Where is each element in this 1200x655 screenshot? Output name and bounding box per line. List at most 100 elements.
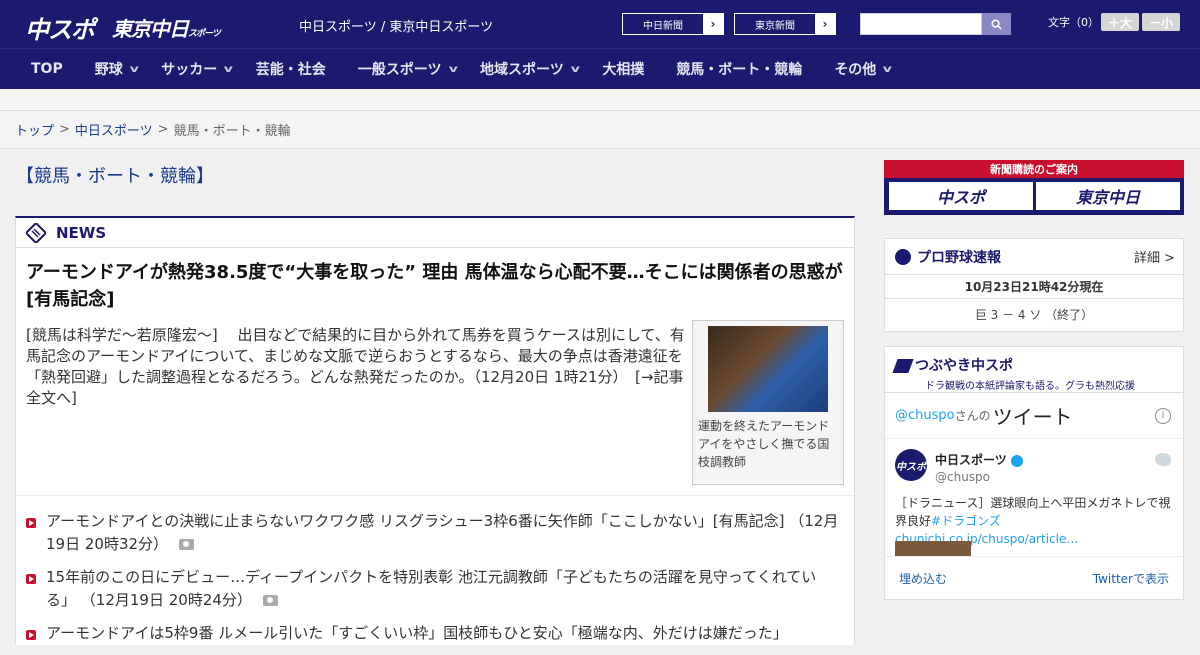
view-on-twitter-link[interactable]: Twitterで表示 xyxy=(1093,570,1169,587)
font-larger-button[interactable]: ＋大 xyxy=(1101,13,1139,31)
search-input[interactable] xyxy=(860,13,982,35)
twitter-bird-icon[interactable] xyxy=(1155,453,1171,466)
lead-article-title[interactable]: アーモンドアイが熱発38.5度で“大事を取った” 理由 馬体温なら心配不要…そこ… xyxy=(26,259,844,313)
chuspo-logo[interactable]: 中スポ xyxy=(25,10,95,45)
pen-icon xyxy=(892,358,914,373)
bullet-icon xyxy=(26,574,36,584)
logo-secondary-small: スポーツ xyxy=(188,29,221,39)
search-icon xyxy=(991,18,1002,30)
embed-link[interactable]: 埋め込む xyxy=(899,570,947,587)
nav-label: その他 xyxy=(834,62,877,78)
baseball-detail-link[interactable]: 詳細 > xyxy=(1134,247,1175,266)
bullet-icon xyxy=(26,630,36,640)
chevron-down-icon: v xyxy=(129,63,139,75)
page-title: 【競馬・ボート・競輪】 xyxy=(16,166,214,187)
chevron-right-icon: › xyxy=(703,14,723,34)
breadcrumb-top[interactable]: トップ xyxy=(15,120,54,139)
main-nav: TOP 野球 v サッカー v 芸能・社会 一般スポーツ v 地域スポーツ v 大相撲 … xyxy=(0,48,1200,89)
nav-item-other[interactable]: その他 v xyxy=(834,49,893,90)
sub-stripe xyxy=(0,89,1200,111)
nav-item-top[interactable]: TOP xyxy=(31,49,63,90)
main-content: 【競馬・ボート・競輪】 NEWS アーモンドアイが熱発38.5度で“大事を取った… xyxy=(15,150,855,655)
nav-item-general-sports[interactable]: 一般スポーツ v xyxy=(357,49,458,90)
chevron-down-icon: v xyxy=(223,63,234,75)
lead-article-body[interactable]: [競馬は科学だ～若原隆宏～] 出目などで結果的に目から外れて馬券を買うケースは別… xyxy=(26,325,686,409)
breadcrumb-sep: > xyxy=(59,122,70,137)
lead-caption: 運動を終えたアーモンドアイをやさしく撫でる国枝調教師 xyxy=(698,419,830,469)
camera-icon xyxy=(178,539,194,550)
twitter-footer: 埋め込む Twitterで表示 xyxy=(885,557,1183,599)
list-item[interactable]: 15年前のこの日にデビュー…ディープインパクトを特別表彰 池江元調教師「子どもた… xyxy=(26,566,844,612)
baseball-icon xyxy=(895,248,911,265)
author-name-text: 中日スポーツ xyxy=(935,453,1007,467)
tweet-author-handle[interactable]: @chuspo xyxy=(935,470,990,484)
breadcrumb-chuspo[interactable]: 中日スポーツ xyxy=(75,120,153,139)
score-row[interactable]: 巨 3 － 4 ソ （終了） xyxy=(885,299,1183,331)
nav-item-local-sports[interactable]: 地域スポーツ v xyxy=(480,49,580,90)
avatar[interactable]: 中スポ xyxy=(895,449,927,481)
camera-icon xyxy=(262,595,278,606)
search-button[interactable] xyxy=(982,13,1011,35)
subscription-banner[interactable]: 新聞購読のご案内 中スポ 東京中日 xyxy=(884,160,1184,215)
nav-item-entertainment[interactable]: 芸能・社会 xyxy=(256,49,326,90)
chunichi-shimbun-link[interactable]: 中日新聞 › xyxy=(622,13,724,35)
news-icon xyxy=(26,222,46,243)
tweet-item[interactable]: 中スポ 中日スポーツ @chuspo ［ドラニュース］選球眼向上へ平田メガネトレ… xyxy=(885,439,1183,557)
nav-label: 地域スポーツ xyxy=(480,62,564,78)
top-header: 中スポ 東京中日スポーツ 中日スポーツ / 東京中日スポーツ 中日新聞 › 東京… xyxy=(0,0,1200,48)
twitter-handle-link[interactable]: @chuspo xyxy=(895,408,955,423)
nav-label: サッカー xyxy=(161,62,218,78)
nav-item-keiba[interactable]: 競馬・ボート・競輪 xyxy=(676,49,802,90)
lead-photo xyxy=(708,326,828,412)
handle-suffix: さんの xyxy=(954,409,991,423)
lead-figure[interactable]: 運動を終えたアーモンドアイをやさしく撫でる国枝調教師 xyxy=(692,320,844,485)
tweets-heading: @chuspo さんの ツイート i xyxy=(885,393,1183,439)
link-label: 中日新聞 xyxy=(643,20,683,32)
tweet-author-name[interactable]: 中日スポーツ xyxy=(935,451,1023,468)
nav-label: 野球 xyxy=(94,62,123,78)
font-size-label: 文字（0） xyxy=(1048,16,1099,29)
list-item-title: アーモンドアイとの決戦に止まらないワクワク感 リスグラシュー3枠6番に矢作師「こ… xyxy=(46,512,785,530)
link-label: 東京新聞 xyxy=(755,20,795,32)
chevron-right-icon: › xyxy=(815,14,835,34)
nav-item-sumo[interactable]: 大相撲 xyxy=(602,49,644,90)
baseball-header: プロ野球速報 詳細 > xyxy=(885,239,1183,275)
nav-label: TOP xyxy=(31,61,63,77)
banner-logo-tokyo: 東京中日 xyxy=(1036,182,1180,210)
baseball-title: プロ野球速報 xyxy=(917,249,1001,266)
bullet-icon xyxy=(26,518,36,528)
news-header: NEWS xyxy=(16,218,854,248)
breadcrumb-current: 競馬・ボート・競輪 xyxy=(173,124,291,139)
sidebar: 新聞購読のご案内 中スポ 東京中日 プロ野球速報 詳細 > 10月23日21時4… xyxy=(884,160,1184,600)
twitter-title: つぶやき中スポ xyxy=(915,358,1013,374)
breadcrumb: トップ > 中日スポーツ > 競馬・ボート・競輪 xyxy=(0,111,1200,149)
nav-label: 一般スポーツ xyxy=(357,62,442,78)
logo-secondary-text: 東京中日 xyxy=(112,17,189,41)
twitter-box: つぶやき中スポ ドラ観戦の本紙評論家も語る。グラも熱烈応援 @chuspo さん… xyxy=(884,346,1184,600)
search-form xyxy=(860,13,1011,35)
news-section: NEWS アーモンドアイが熱発38.5度で“大事を取った” 理由 馬体温なら心配… xyxy=(15,216,855,645)
news-label: NEWS xyxy=(56,223,107,242)
score-timestamp: 10月23日21時42分現在 xyxy=(885,275,1183,299)
nav-item-soccer[interactable]: サッカー v xyxy=(161,49,234,90)
chevron-down-icon: v xyxy=(448,63,458,75)
news-list: アーモンドアイとの決戦に止まらないワクワク感 リスグラシュー3枠6番に矢作師「こ… xyxy=(16,496,854,645)
list-item[interactable]: アーモンドアイは5枠9番 ルメール引いた「すごくいい枠」国枝師もひと安心「極端な… xyxy=(26,622,844,645)
tweets-label: ツイート xyxy=(992,405,1073,429)
twitter-subtitle: ドラ観戦の本紙評論家も語る。グラも熱烈応援 xyxy=(925,381,1135,392)
info-icon[interactable]: i xyxy=(1155,407,1171,424)
font-smaller-button[interactable]: －小 xyxy=(1142,13,1180,31)
chevron-down-icon: v xyxy=(883,63,893,75)
nav-item-baseball[interactable]: 野球 v xyxy=(94,49,139,90)
list-item[interactable]: アーモンドアイとの決戦に止まらないワクワク感 リスグラシュー3枠6番に矢作師「こ… xyxy=(26,510,844,556)
list-item-time: （12月19日 20時24分） xyxy=(80,591,252,609)
tokyo-chunichi-logo[interactable]: 東京中日スポーツ xyxy=(112,13,221,42)
verified-icon xyxy=(1010,454,1023,467)
banner-logo-chuspo: 中スポ xyxy=(889,182,1033,210)
tokyo-shimbun-link[interactable]: 東京新聞 › xyxy=(734,13,836,35)
chevron-down-icon: v xyxy=(570,63,580,75)
baseball-box: プロ野球速報 詳細 > 10月23日21時42分現在 巨 3 － 4 ソ （終了… xyxy=(884,238,1184,332)
twitter-header: つぶやき中スポ ドラ観戦の本紙評論家も語る。グラも熱烈応援 xyxy=(885,347,1183,393)
tweet-thumbnail[interactable] xyxy=(895,541,971,556)
nav-label: 芸能・社会 xyxy=(255,62,326,78)
